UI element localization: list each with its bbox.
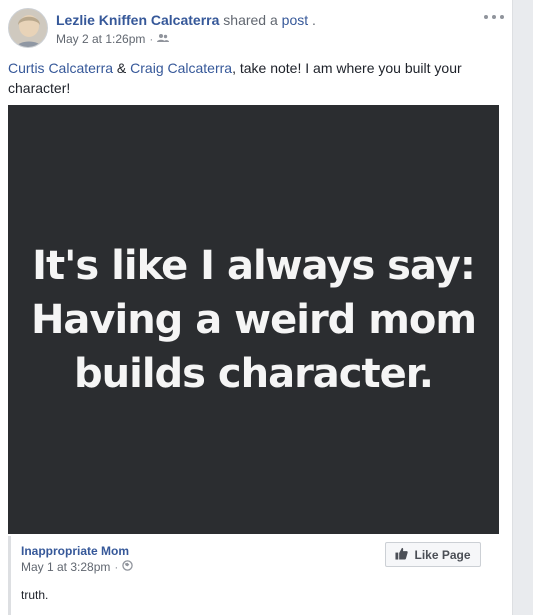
author-name[interactable]: Lezlie Kniffen Calcaterra — [56, 12, 219, 28]
source-page-name[interactable]: Inappropriate Mom — [21, 544, 129, 558]
author-avatar[interactable] — [8, 8, 48, 48]
shared-post-link[interactable]: post — [282, 12, 308, 28]
image-quote-text: It's like I always say: Having a weird m… — [30, 242, 477, 397]
globe-icon[interactable] — [122, 560, 134, 574]
post-image[interactable]: It's like I always say: Having a weird m… — [8, 105, 499, 534]
more-options-icon[interactable] — [484, 10, 504, 24]
mention-curtis[interactable]: Curtis Calcaterra — [8, 60, 113, 76]
shared-action-suffix: . — [312, 12, 316, 28]
shared-post-attachment: Inappropriate Mom May 1 at 3:28pm · Like… — [8, 536, 499, 615]
like-page-button[interactable]: Like Page — [385, 542, 481, 567]
thumbs-up-icon — [395, 547, 409, 563]
author-line: Lezlie Kniffen Calcaterra shared a post … — [56, 12, 316, 28]
post-timestamp[interactable]: May 2 at 1:26pm — [56, 32, 145, 46]
source-meta: May 1 at 3:28pm · — [21, 560, 134, 574]
mention-craig[interactable]: Craig Calcaterra — [130, 60, 232, 76]
source-timestamp[interactable]: May 1 at 3:28pm — [21, 560, 110, 574]
right-gutter — [512, 0, 533, 615]
avatar-image-icon — [9, 9, 47, 47]
post-meta: May 2 at 1:26pm · — [56, 32, 170, 46]
shared-action-prefix: shared a — [223, 12, 282, 28]
like-page-label: Like Page — [414, 547, 471, 562]
friends-icon[interactable] — [157, 32, 170, 46]
meta-separator: · — [149, 32, 154, 46]
post-header: Lezlie Kniffen Calcaterra shared a post … — [8, 8, 504, 50]
post-card: Lezlie Kniffen Calcaterra shared a post … — [0, 0, 512, 615]
source-meta-separator: · — [114, 560, 119, 574]
caption-joiner: & — [113, 60, 131, 76]
source-post-text: truth. — [21, 588, 49, 602]
post-caption: Curtis Calcaterra & Craig Calcaterra, ta… — [8, 58, 504, 98]
